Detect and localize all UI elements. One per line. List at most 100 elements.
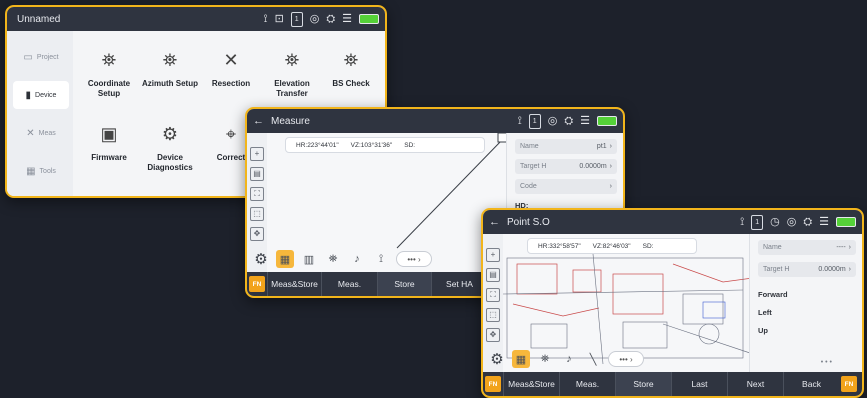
tile-coordinate-setup[interactable]: ⛯ Coordinate Setup	[79, 43, 139, 99]
page-icon[interactable]: 1	[290, 11, 303, 27]
clock-icon[interactable]: ◷	[770, 216, 780, 228]
back-arrow-icon[interactable]: ←	[253, 115, 264, 127]
gear-icon[interactable]: ⚙	[488, 350, 506, 368]
hr-value: HR:332°58'57"	[538, 242, 581, 250]
settings-icon[interactable]: ⛭	[803, 216, 812, 228]
tile-azimuth-setup[interactable]: ⛯ Azimuth Setup	[140, 43, 200, 89]
next-button[interactable]: Next	[727, 372, 783, 396]
meas-store-button[interactable]: Meas&Store	[267, 272, 321, 296]
elevation-icon: ⛯	[284, 49, 300, 70]
instrument-icon[interactable]: ⛯	[536, 350, 554, 368]
fn-button-right[interactable]: FN	[841, 376, 857, 392]
code-field[interactable]: Code ›	[515, 179, 617, 194]
zoom-in-icon[interactable]: +	[250, 147, 264, 161]
sd-value: SD:	[404, 141, 416, 149]
set-ha-button[interactable]: Set HA	[431, 272, 487, 296]
prism-icon[interactable]: ▥	[300, 250, 318, 268]
meas-store-button[interactable]: Meas&Store	[503, 372, 559, 396]
sidebar-label: Device	[35, 91, 57, 99]
folder-icon: ▭	[23, 51, 33, 63]
tile-elevation-transfer[interactable]: ⛯ Elevation Transfer	[262, 43, 322, 99]
sidebar: ▭ Project ▮ Device ✕ Meas ▦ Tools	[7, 31, 73, 196]
meas-button[interactable]: Meas.	[559, 372, 615, 396]
more-tools-button[interactable]: ••• ›	[396, 251, 432, 267]
pan-icon[interactable]: ✥	[486, 328, 500, 342]
left-label: Left	[758, 308, 772, 317]
extent-icon[interactable]: ⬚	[486, 308, 500, 322]
calculator-icon[interactable]: ▦	[512, 350, 530, 368]
back-arrow-icon[interactable]: ←	[489, 216, 500, 228]
status-icons: ⟟ 1 ◎ ⛭ ☰	[518, 109, 617, 133]
page-icon[interactable]: 1	[751, 214, 764, 230]
menu-icon[interactable]: ☰	[342, 13, 352, 25]
tile-device-diagnostics[interactable]: ⚙ Device Diagnostics	[140, 117, 200, 173]
signal-icon[interactable]: ⟟	[740, 216, 744, 228]
fn-button[interactable]: FN	[249, 276, 265, 292]
chevron-right-icon: ›	[609, 163, 612, 170]
target-icon[interactable]: ◎	[787, 216, 797, 228]
sidebar-item-device[interactable]: ▮ Device	[13, 81, 69, 109]
tile-label: Coordinate Setup	[87, 79, 131, 98]
tile-resection[interactable]: ✕ Resection	[201, 43, 261, 89]
tile-label: Azimuth Setup	[142, 79, 198, 88]
forward-label: Forward	[758, 290, 788, 299]
fit-icon[interactable]: ⛶	[250, 187, 264, 201]
microphone-icon[interactable]: ♪	[348, 250, 366, 268]
firmware-icon: ▣	[100, 123, 118, 144]
extent-icon[interactable]: ⬚	[250, 207, 264, 221]
menu-icon[interactable]: ☰	[819, 216, 829, 228]
field-label: Target H	[520, 163, 547, 170]
tile-label: Device Diagnostics	[147, 153, 193, 172]
signal-icon[interactable]: ⟟	[263, 13, 267, 25]
fit-icon[interactable]: ⛶	[486, 288, 500, 302]
tile-firmware[interactable]: ▣ Firmware	[79, 117, 139, 163]
settings-icon[interactable]: ⛭	[564, 115, 573, 127]
layer-icon[interactable]: ▤	[250, 167, 264, 181]
target-height-field[interactable]: Target H 0.0000m ›	[515, 159, 617, 174]
last-button[interactable]: Last	[671, 372, 727, 396]
field-label: Target H	[763, 266, 790, 273]
store-button[interactable]: Store	[377, 272, 431, 296]
device-icon: ▮	[25, 89, 32, 101]
grid-icon: ▦	[26, 165, 36, 177]
meas-button[interactable]: Meas.	[321, 272, 377, 296]
target-icon[interactable]: ◎	[310, 13, 320, 25]
pan-icon[interactable]: ✥	[250, 227, 264, 241]
store-button[interactable]: Store	[615, 372, 671, 396]
signal-icon[interactable]: ⟟	[518, 115, 522, 127]
name-field[interactable]: Name ---- ›	[758, 240, 856, 255]
menu-icon[interactable]: ☰	[580, 115, 590, 127]
tile-bs-check[interactable]: ⛯ BS Check	[321, 43, 381, 89]
camera-icon[interactable]: ⊡	[275, 13, 284, 25]
settings-icon[interactable]: ⛭	[326, 13, 335, 25]
target-height-field[interactable]: Target H 0.0000m ›	[758, 262, 856, 277]
microphone-icon[interactable]: ♪	[560, 350, 578, 368]
titlebar: ← Point S.O ⟟ 1 ◷ ◎ ⛭ ☰	[483, 210, 862, 234]
tool-row: ⚙ ▦ ▥ ⛯ ♪ ⟟ ••• ›	[252, 249, 432, 269]
line-icon[interactable]: ╲	[584, 350, 602, 368]
tripod-icon: ⛯	[162, 49, 178, 70]
layer-icon[interactable]: ▤	[486, 268, 500, 282]
sidebar-item-tools[interactable]: ▦ Tools	[13, 157, 69, 185]
gear-icon[interactable]: ⚙	[252, 250, 270, 268]
vz-value: VZ:103°31'36"	[350, 141, 393, 149]
field-label: Code	[520, 183, 537, 190]
fn-button[interactable]: FN	[485, 376, 501, 392]
more-tools-button[interactable]: ••• ›	[608, 351, 644, 367]
status-icons: ⟟ 1 ◷ ◎ ⛭ ☰	[740, 210, 856, 234]
calculator-icon[interactable]: ▦	[276, 250, 294, 268]
sidebar-label: Project	[36, 53, 59, 61]
field-label: Name	[520, 143, 539, 150]
vz-value: VZ:82°46'03"	[592, 242, 631, 250]
page-icon[interactable]: 1	[528, 113, 541, 129]
angle-readout: HR:223°44'01" VZ:103°31'36" SD:	[285, 137, 485, 153]
stakeout-panel: Name ---- › Target H 0.0000m › Forward Lef…	[749, 234, 862, 372]
target-icon[interactable]: ◎	[548, 115, 558, 127]
sidebar-item-project[interactable]: ▭ Project	[13, 43, 69, 71]
sidebar-item-meas[interactable]: ✕ Meas	[13, 119, 69, 147]
back-button[interactable]: Back	[783, 372, 839, 396]
survey-icon[interactable]: ⟟	[372, 250, 390, 268]
name-field[interactable]: Name pt1 ›	[515, 139, 617, 154]
instrument-icon[interactable]: ⛯	[324, 250, 342, 268]
zoom-in-icon[interactable]: +	[486, 248, 500, 262]
